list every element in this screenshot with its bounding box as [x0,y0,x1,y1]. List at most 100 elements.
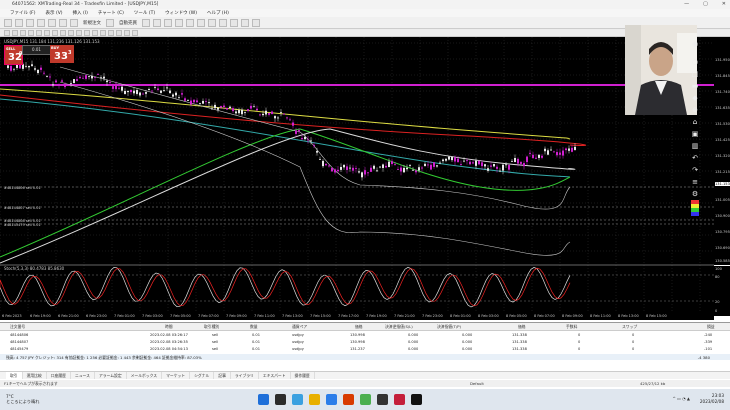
minimize-button[interactable]: — [684,1,689,7]
terminal-icon[interactable] [59,18,67,27]
m1-period-icon[interactable] [84,29,90,36]
tab-mailbox[interactable]: メールボックス [127,372,163,379]
system-clock[interactable]: 23:03 2023/02/08 [700,393,724,405]
tab-alerts[interactable]: アラーム設定 [95,372,127,379]
tab-signals[interactable]: シグナル [190,372,215,379]
line-chart-icon[interactable] [164,18,172,27]
text-icon[interactable] [60,29,66,36]
templates-icon[interactable] [252,18,260,27]
col-size[interactable]: 数量 [250,324,258,330]
home-icon[interactable]: ⌂ [690,118,700,126]
auto-trading-button[interactable]: 自動売買 [117,20,139,26]
one-click-buy-button[interactable]: BUY 33 3 [50,45,74,63]
cursor-icon[interactable] [4,29,10,36]
d1-period-icon[interactable] [132,29,138,36]
crosshair-icon[interactable] [12,29,18,36]
volume-input[interactable]: 0.01 [22,45,51,55]
periods-icon[interactable] [241,18,249,27]
edge-icon[interactable] [292,394,303,405]
profiles-icon[interactable] [15,18,23,27]
price-chart[interactable] [0,37,714,315]
col-tp[interactable]: 決済指値(T/P) [437,324,461,330]
h4-period-icon[interactable] [124,29,130,36]
settings-icon[interactable]: ⚙ [690,190,700,198]
tile-windows-icon[interactable] [197,18,205,27]
square-icon[interactable]: □ [690,70,700,78]
col-type[interactable]: 取引種別 [204,324,219,330]
arrows-icon[interactable] [76,29,82,36]
weather-widget[interactable]: 7°C ところにより晴れ [6,394,39,404]
circle-icon[interactable]: ○ [690,58,700,66]
col-time[interactable]: 時間 [165,324,173,330]
col-commission[interactable]: 手数料 [566,324,577,330]
new-chart-icon[interactable] [4,18,12,27]
m15-period-icon[interactable] [100,29,106,36]
fibonacci-icon[interactable] [52,29,58,36]
tab-history[interactable]: 口座履歴 [47,372,71,379]
menu-help[interactable]: ヘルプ (H) [207,10,229,16]
menu-tools[interactable]: ツール (T) [134,10,155,16]
trendline-icon[interactable] [36,29,42,36]
tab-market[interactable]: マーケット [162,372,191,379]
terminal-app-icon[interactable] [377,394,388,405]
ruler-icon[interactable]: ▬ [690,82,700,90]
col-profit[interactable]: 損益 [707,324,715,330]
label-icon[interactable] [68,29,74,36]
one-click-sell-button[interactable]: SELL 32 9 [4,45,23,65]
list-icon[interactable]: ≡ [690,178,700,186]
menu-view[interactable]: 表示 (V) [46,10,63,16]
menu-chart[interactable]: チャート (C) [98,10,124,16]
metatrader-icon[interactable] [394,394,405,405]
indicators-icon[interactable] [230,18,238,27]
col-swap[interactable]: スワップ [622,324,637,330]
chart-window[interactable] [0,37,714,315]
zoom-icon[interactable]: ⊕ [690,106,700,114]
vertical-line-icon[interactable] [20,29,26,36]
tab-news[interactable]: ニュース [71,372,95,379]
bar-chart-icon[interactable] [142,18,150,27]
start-icon[interactable] [258,394,269,405]
tab-exposure[interactable]: 運用比較 [23,372,47,379]
horizontal-line-icon[interactable] [28,29,34,36]
autoscroll-icon[interactable] [208,18,216,27]
col-order[interactable]: 注文番号 [10,324,25,330]
system-tray-icons[interactable]: ^ ▭ ◔ ▲ [672,396,690,401]
undo-icon[interactable]: ↶ [690,154,700,162]
explorer-icon[interactable] [309,394,320,405]
tab-trade[interactable]: 取引 [6,372,23,379]
menu-window[interactable]: ウィンドウ (W) [165,10,197,16]
market-watch-icon[interactable] [26,18,34,27]
camera-app-icon[interactable] [411,394,422,405]
eraser-icon[interactable]: ◆ [690,94,700,102]
color-swatch[interactable] [691,200,699,216]
candle-chart-icon[interactable] [153,18,161,27]
table-row[interactable]: 48145479 2023.02.08 04:54:13 sell 0.01 u… [0,346,730,352]
tab-journal[interactable]: 操作履歴 [291,372,315,379]
m30-period-icon[interactable] [108,29,114,36]
navigator-icon[interactable] [48,18,56,27]
col-current-price[interactable]: 価格 [518,324,526,330]
chart-shift-icon[interactable] [219,18,227,27]
table-row[interactable]: 48144807 2023.02.08 03:26:35 sell 0.01 u… [0,339,730,345]
redo-icon[interactable]: ↷ [690,166,700,174]
office-icon[interactable] [343,394,354,405]
zoom-out-icon[interactable] [186,18,194,27]
channel-icon[interactable] [44,29,50,36]
store-icon[interactable] [326,394,337,405]
col-price[interactable]: 価格 [355,324,363,330]
search-icon[interactable] [275,394,286,405]
trash-icon[interactable]: ▥ [690,142,700,150]
tab-experts[interactable]: エキスパート [259,372,291,379]
col-symbol[interactable]: 通貨ペア [292,324,307,330]
new-order-button[interactable]: 新規注文 [81,20,103,26]
h1-period-icon[interactable] [116,29,122,36]
tab-library[interactable]: ライブラリ [231,372,259,379]
data-window-icon[interactable] [37,18,45,27]
col-sl[interactable]: 決済逆指値(S/L) [385,324,413,330]
table-row[interactable]: 48144806 2023.02.08 03:26:17 sell 0.01 u… [0,332,730,338]
tab-articles[interactable]: 記事 [214,372,231,379]
maximize-button[interactable]: ▢ [703,1,708,7]
metaeditor-icon[interactable] [106,18,114,27]
lock-icon[interactable]: ▣ [690,130,700,138]
menu-insert[interactable]: 挿入 (I) [73,10,88,16]
